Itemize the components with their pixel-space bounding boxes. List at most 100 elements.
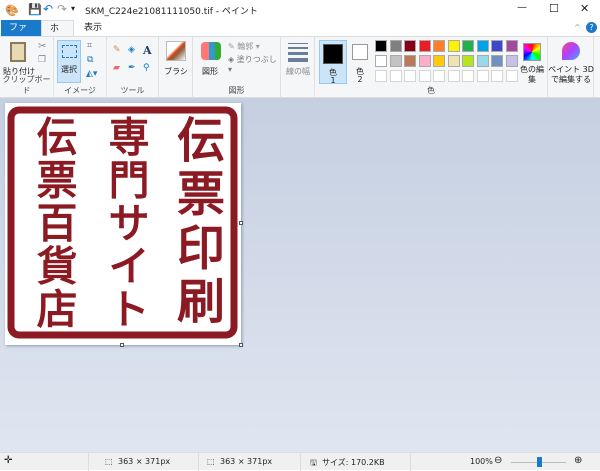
- shapes-group-label: 図形: [228, 86, 245, 95]
- palette-empty-swatch[interactable]: [462, 70, 474, 82]
- paint-app-icon: 🎨: [5, 4, 19, 17]
- palette-color-swatch[interactable]: [505, 55, 518, 67]
- maximize-button[interactable]: ☐: [549, 2, 559, 15]
- color2-button[interactable]: 色 2: [349, 40, 373, 84]
- tools-group-label: ツール: [120, 86, 145, 95]
- palette-color-swatch[interactable]: [491, 55, 503, 67]
- select-button[interactable]: 選択: [57, 40, 81, 83]
- palette-empty-swatch[interactable]: [505, 70, 518, 82]
- tools-group: ✎ ◈ A ▰ ✒ ⚲ イメージ ツール: [107, 37, 159, 98]
- paint3d-button[interactable]: ペイント 3D で編集する: [548, 65, 594, 85]
- palette-color-swatch[interactable]: [447, 40, 460, 52]
- status-bar: ✛ ⬚ 363 × 371px ⬚ 363 × 371px 🖫 サイズ: 170…: [0, 452, 600, 471]
- edit-colors-icon[interactable]: [523, 43, 541, 61]
- shapes-button[interactable]: 図形: [195, 66, 225, 77]
- zoom-level: 100%: [470, 457, 493, 466]
- cut-icon: ✂: [38, 41, 47, 52]
- seal-character: 貨: [37, 243, 78, 291]
- seal-character: 印: [177, 220, 225, 276]
- palette-color-swatch[interactable]: [505, 40, 518, 52]
- fill-shape-button: ◈ 塗りつぶし ▾: [228, 55, 277, 74]
- selection-size-icon: ⬚: [105, 457, 113, 466]
- fill-label: 塗りつぶし ▾: [228, 55, 277, 74]
- palette-empty-swatch[interactable]: [447, 70, 460, 82]
- palette-color-swatch[interactable]: [375, 40, 387, 52]
- paint3d-group: ペイント 3D で編集する: [548, 37, 594, 98]
- tab-home[interactable]: ホーム: [41, 20, 74, 66]
- minimize-button[interactable]: —: [517, 2, 527, 13]
- paint3d-icon[interactable]: [562, 42, 580, 60]
- palette-empty-swatch[interactable]: [418, 70, 431, 82]
- zoom-in-button[interactable]: ⊕: [574, 455, 582, 466]
- color-picker-icon[interactable]: ✒: [128, 63, 136, 73]
- save-icon[interactable]: 💾: [28, 3, 42, 16]
- palette-empty-swatch[interactable]: [491, 70, 503, 82]
- palette-color-swatch[interactable]: [447, 55, 460, 67]
- brush-icon[interactable]: [166, 41, 186, 61]
- clipboard-group: 貼り付け ✂ ❐ クリップボード: [0, 37, 54, 98]
- edit-colors-button[interactable]: 色の編集: [519, 65, 545, 85]
- seal-character: イ: [109, 243, 150, 291]
- resize-handle-right[interactable]: [239, 221, 243, 225]
- resize-handle-bottom[interactable]: [120, 343, 124, 347]
- tab-view: 表示: [84, 23, 103, 33]
- image-size: 363 × 371px: [220, 457, 273, 466]
- file-size: サイズ: 170.2KB: [322, 458, 385, 467]
- resize-handle-corner[interactable]: [239, 343, 243, 347]
- palette-color-swatch[interactable]: [491, 40, 503, 52]
- title-bar: 🎨 💾 ↶ ↷ ▾ SKM_C224e21081111050.tif - ペイン…: [0, 0, 600, 20]
- seal-character: 伝: [177, 113, 225, 169]
- line-width-icon: [288, 43, 308, 62]
- help-icon[interactable]: ?: [586, 22, 597, 33]
- palette-color-swatch[interactable]: [389, 55, 402, 67]
- palette-color-swatch[interactable]: [462, 55, 474, 67]
- seal-character: 伝: [37, 114, 78, 162]
- palette-empty-swatch[interactable]: [375, 70, 387, 82]
- palette-color-swatch[interactable]: [433, 40, 445, 52]
- palette-empty-swatch[interactable]: [433, 70, 445, 82]
- color2-number: 2: [357, 75, 363, 84]
- palette-empty-swatch[interactable]: [404, 70, 416, 82]
- collapse-ribbon-icon[interactable]: ^: [574, 23, 581, 32]
- palette-empty-swatch[interactable]: [476, 70, 489, 82]
- drawing-canvas[interactable]: 伝票印刷 専門サイト 伝票百貨店: [5, 103, 241, 345]
- palette-color-swatch[interactable]: [476, 40, 489, 52]
- tab-file[interactable]: ファイル: [1, 20, 41, 49]
- cursor-position-icon: ✛: [4, 455, 13, 466]
- palette-color-swatch[interactable]: [433, 55, 445, 67]
- fill-icon[interactable]: ◈: [128, 45, 135, 55]
- magnifier-icon[interactable]: ⚲: [143, 63, 150, 73]
- seal-character: 店: [37, 286, 78, 334]
- color1-swatch: [323, 44, 343, 64]
- zoom-slider-thumb[interactable]: [536, 457, 542, 467]
- palette-color-swatch[interactable]: [462, 40, 474, 52]
- shapes-icon[interactable]: [201, 42, 221, 60]
- undo-icon[interactable]: ↶: [43, 2, 53, 16]
- palette-color-swatch[interactable]: [404, 40, 416, 52]
- file-size-icon: 🖫: [310, 458, 317, 467]
- zoom-out-button[interactable]: ⊖: [494, 455, 502, 466]
- image-group-label: イメージ: [64, 86, 96, 95]
- resize-icon[interactable]: ⧉: [87, 55, 93, 65]
- palette-color-swatch[interactable]: [476, 55, 489, 67]
- close-button[interactable]: ✕: [580, 2, 589, 15]
- palette-color-swatch[interactable]: [389, 40, 402, 52]
- palette-color-swatch[interactable]: [375, 55, 387, 67]
- text-icon[interactable]: A: [143, 44, 152, 57]
- shapes-group: 図形 ✎ 輪郭 ▾ ◈ 塗りつぶし ▾ 図形: [193, 37, 281, 98]
- eraser-icon[interactable]: ▰: [113, 63, 120, 73]
- redo-icon[interactable]: ↷: [57, 2, 67, 16]
- color1-button[interactable]: 色 1: [319, 40, 347, 85]
- quick-access-dropdown-icon[interactable]: ▾: [71, 4, 75, 13]
- paste-icon[interactable]: [10, 42, 26, 62]
- palette-color-swatch[interactable]: [418, 55, 431, 67]
- palette-color-swatch[interactable]: [418, 40, 431, 52]
- pencil-icon[interactable]: ✎: [113, 45, 121, 55]
- palette-color-swatch[interactable]: [404, 55, 416, 67]
- palette-empty-swatch[interactable]: [389, 70, 402, 82]
- rotate-icon[interactable]: ◭▾: [86, 69, 97, 79]
- brush-button[interactable]: ブラシ: [159, 66, 193, 77]
- seal-character: 百: [37, 200, 78, 248]
- seal-image: 伝票印刷 専門サイト 伝票百貨店: [7, 106, 238, 339]
- color-palette: [375, 40, 521, 84]
